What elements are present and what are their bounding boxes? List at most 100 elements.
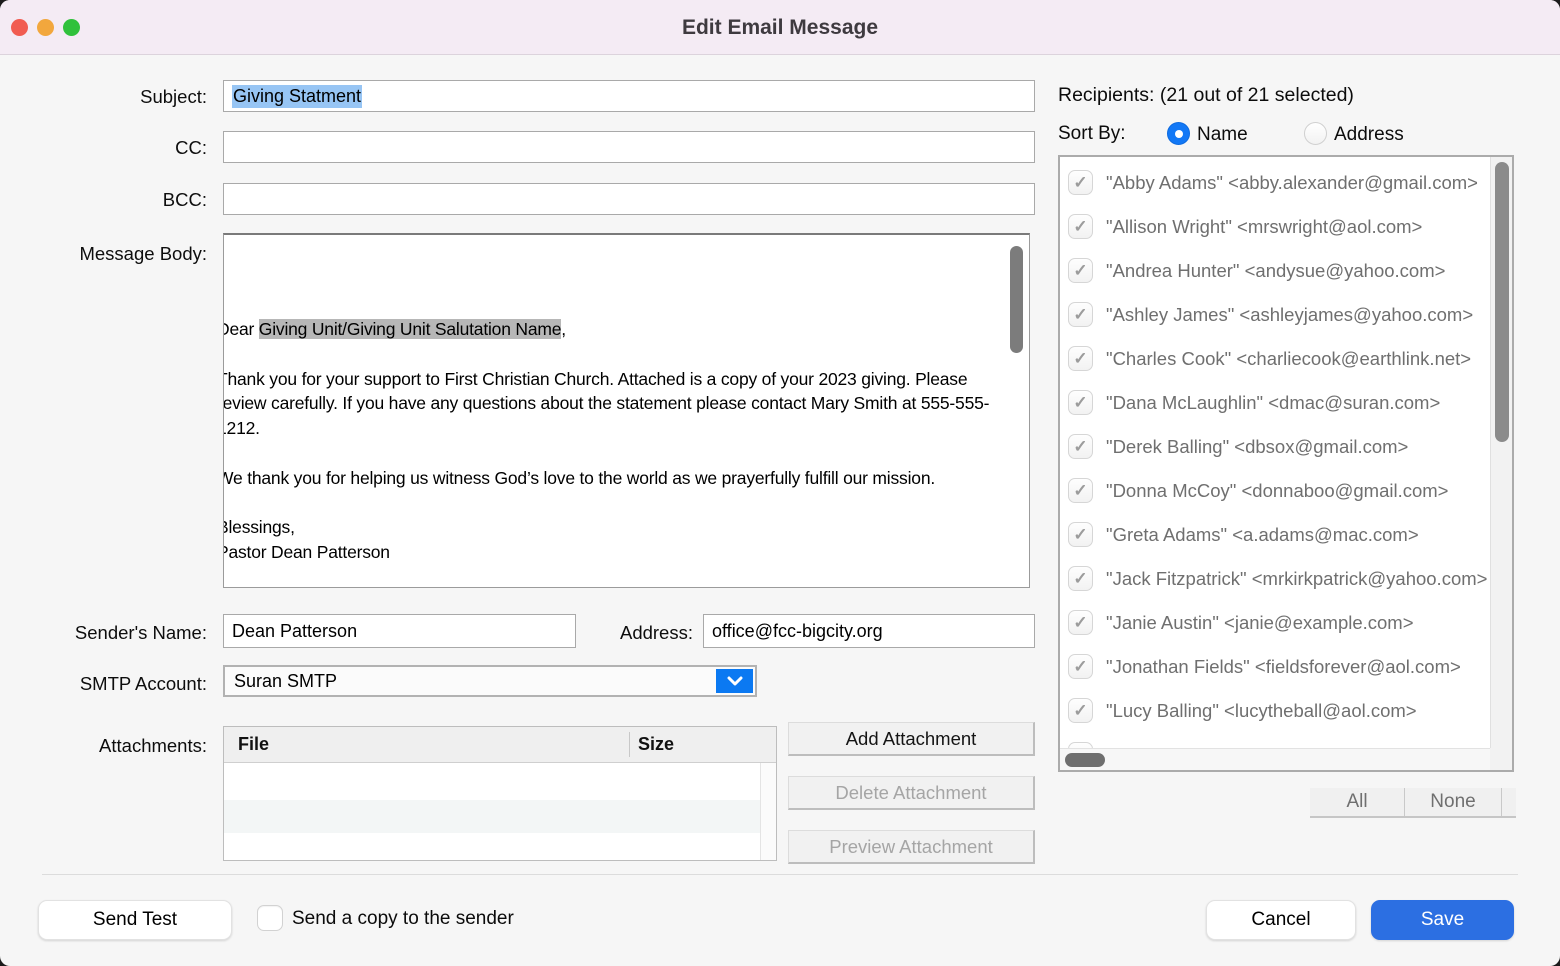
attachments-table-body[interactable] <box>224 763 760 860</box>
recipient-row[interactable]: ✓ "Charles Cook" <charliecook@earthlink.… <box>1060 338 1490 382</box>
closing-line-2: Pastor Dean Patterson <box>223 540 1003 565</box>
bcc-input[interactable] <box>223 183 1035 215</box>
recipient-label: "Jonathan Fields" <fieldsforever@aol.com… <box>1106 656 1490 678</box>
recipient-row-partial[interactable] <box>1060 734 1490 748</box>
smtp-account-dropdown[interactable]: Suran SMTP <box>223 665 757 697</box>
recipients-vertical-scrollbar[interactable] <box>1490 157 1512 748</box>
close-window-button[interactable] <box>11 19 28 36</box>
recipient-label: "Lucy Balling" <lucytheball@aol.com> <box>1106 700 1490 722</box>
zoom-window-button[interactable] <box>63 19 80 36</box>
smtp-account-value: Suran SMTP <box>234 671 337 692</box>
recipient-label: "Charles Cook" <charliecook@earthlink.ne… <box>1106 348 1490 370</box>
select-none-button[interactable]: None <box>1405 788 1502 816</box>
sort-by-name-radio[interactable] <box>1167 122 1190 145</box>
recipient-row[interactable]: ✓ "Andrea Hunter" <andysue@yahoo.com> <box>1060 250 1490 294</box>
body-paragraph-2: We thank you for helping us witness God’… <box>223 466 1003 491</box>
recipient-row[interactable]: ✓ "Ashley James" <ashleyjames@yahoo.com> <box>1060 294 1490 338</box>
recipient-label: "Janie Austin" <janie@example.com> <box>1106 612 1490 634</box>
recipient-label: "Andrea Hunter" <andysue@yahoo.com> <box>1106 260 1490 282</box>
message-body-text: Dear Giving Unit/Giving Unit Salutation … <box>223 317 1003 565</box>
greeting-line: Dear Giving Unit/Giving Unit Salutation … <box>223 317 1003 342</box>
recipients-items[interactable]: ✓ "Abby Adams" <abby.alexander@gmail.com… <box>1060 157 1490 748</box>
recipient-checkbox[interactable]: ✓ <box>1068 214 1093 239</box>
sort-by-label: Sort By: <box>1058 123 1126 145</box>
add-attachment-button[interactable]: Add Attachment <box>788 722 1035 756</box>
send-copy-checkbox[interactable] <box>257 905 283 931</box>
save-button[interactable]: Save <box>1371 900 1514 940</box>
recipient-checkbox[interactable]: ✓ <box>1068 390 1093 415</box>
subject-input[interactable]: Giving Statment <box>223 80 1035 112</box>
recipient-checkbox[interactable]: ✓ <box>1068 698 1093 723</box>
select-all-button[interactable]: All <box>1310 788 1405 816</box>
cc-input[interactable] <box>223 131 1035 163</box>
recipients-list: ✓ "Abby Adams" <abby.alexander@gmail.com… <box>1058 155 1514 772</box>
delete-attachment-button[interactable]: Delete Attachment <box>788 776 1035 810</box>
message-body-label: Message Body: <box>0 243 207 265</box>
recipient-row[interactable]: ✓ "Dana McLaughlin" <dmac@suran.com> <box>1060 382 1490 426</box>
recipient-row[interactable]: ✓ "Lucy Balling" <lucytheball@aol.com> <box>1060 690 1490 734</box>
recipient-row[interactable]: ✓ "Donna McCoy" <donnaboo@gmail.com> <box>1060 470 1490 514</box>
smtp-account-label: SMTP Account: <box>0 673 207 695</box>
recipient-checkbox[interactable]: ✓ <box>1068 346 1093 371</box>
recipient-checkbox[interactable]: ✓ <box>1068 566 1093 591</box>
cc-label: CC: <box>0 137 207 159</box>
recipients-horizontal-scrollbar[interactable] <box>1060 748 1490 770</box>
window-title: Edit Email Message <box>0 0 1560 55</box>
salutation-token: Giving Unit/Giving Unit Salutation Name <box>259 319 561 339</box>
title-bar: Edit Email Message <box>0 0 1560 55</box>
sort-by-address-label[interactable]: Address <box>1334 124 1404 146</box>
recipient-row[interactable]: ✓ "Derek Balling" <dbsox@gmail.com> <box>1060 426 1490 470</box>
address-input[interactable]: office@fcc-bigcity.org <box>703 614 1035 648</box>
recipient-label: "Ashley James" <ashleyjames@yahoo.com> <box>1106 304 1490 326</box>
subject-label: Subject: <box>0 86 207 108</box>
address-label: Address: <box>493 622 693 644</box>
message-body-editor[interactable]: Dear Giving Unit/Giving Unit Salutation … <box>223 233 1030 588</box>
send-test-button[interactable]: Send Test <box>38 900 232 940</box>
recipient-checkbox[interactable]: ✓ <box>1068 302 1093 327</box>
column-divider <box>629 732 630 757</box>
recipients-horizontal-scrollbar-thumb[interactable] <box>1065 753 1105 767</box>
sort-by-name-label[interactable]: Name <box>1197 124 1248 146</box>
recipient-checkbox[interactable]: ✓ <box>1068 258 1093 283</box>
recipients-vertical-scrollbar-thumb[interactable] <box>1495 162 1509 442</box>
preview-attachment-button[interactable]: Preview Attachment <box>788 830 1035 864</box>
edit-email-message-dialog: Edit Email Message Subject: Giving Statm… <box>0 0 1560 966</box>
attachments-table[interactable]: File Size <box>223 726 777 861</box>
recipient-row[interactable]: ✓ "Abby Adams" <abby.alexander@gmail.com… <box>1060 162 1490 206</box>
recipient-label: "Derek Balling" <dbsox@gmail.com> <box>1106 436 1490 458</box>
file-column-header[interactable]: File <box>238 734 269 755</box>
scrollbar-corner <box>1490 748 1512 770</box>
sort-by-address-radio[interactable] <box>1304 122 1327 145</box>
recipient-row[interactable]: ✓ "Jonathan Fields" <fieldsforever@aol.c… <box>1060 646 1490 690</box>
recipient-row[interactable]: ✓ "Jack Fitzpatrick" <mrkirkpatrick@yaho… <box>1060 558 1490 602</box>
attachments-table-scrollbar[interactable] <box>760 763 776 860</box>
send-copy-checkbox-label[interactable]: Send a copy to the sender <box>292 908 514 930</box>
bcc-label: BCC: <box>0 189 207 211</box>
recipient-checkbox[interactable]: ✓ <box>1068 610 1093 635</box>
body-paragraph-1: Thank you for your support to First Chri… <box>223 367 1003 441</box>
smtp-dropdown-button[interactable] <box>716 669 753 693</box>
recipient-row[interactable]: ✓ "Janie Austin" <janie@example.com> <box>1060 602 1490 646</box>
recipients-title: Recipients: (21 out of 21 selected) <box>1058 84 1354 107</box>
recipient-checkbox[interactable]: ✓ <box>1068 522 1093 547</box>
address-value: office@fcc-bigcity.org <box>712 621 883 642</box>
recipient-checkbox[interactable]: ✓ <box>1068 434 1093 459</box>
attachments-table-header: File Size <box>224 727 776 763</box>
minimize-window-button[interactable] <box>37 19 54 36</box>
recipient-label: "Jack Fitzpatrick" <mrkirkpatrick@yahoo.… <box>1106 568 1490 590</box>
cancel-button[interactable]: Cancel <box>1206 900 1356 940</box>
recipient-row[interactable]: ✓ "Greta Adams" <a.adams@mac.com> <box>1060 514 1490 558</box>
recipient-label: "Allison Wright" <mrswright@aol.com> <box>1106 216 1490 238</box>
recipient-checkbox[interactable]: ✓ <box>1068 478 1093 503</box>
size-column-header[interactable]: Size <box>638 734 674 755</box>
message-body-scrollbar[interactable] <box>1010 246 1023 353</box>
recipient-row[interactable]: ✓ "Allison Wright" <mrswright@aol.com> <box>1060 206 1490 250</box>
recipient-label: "Greta Adams" <a.adams@mac.com> <box>1106 524 1490 546</box>
recipient-label: "Dana McLaughlin" <dmac@suran.com> <box>1106 392 1490 414</box>
sender-name-value: Dean Patterson <box>232 621 357 642</box>
recipient-label: "Abby Adams" <abby.alexander@gmail.com> <box>1106 172 1490 194</box>
sender-name-label: Sender's Name: <box>0 622 207 644</box>
select-all-none-control: All None <box>1310 788 1516 818</box>
recipient-checkbox[interactable]: ✓ <box>1068 654 1093 679</box>
recipient-checkbox[interactable]: ✓ <box>1068 170 1093 195</box>
